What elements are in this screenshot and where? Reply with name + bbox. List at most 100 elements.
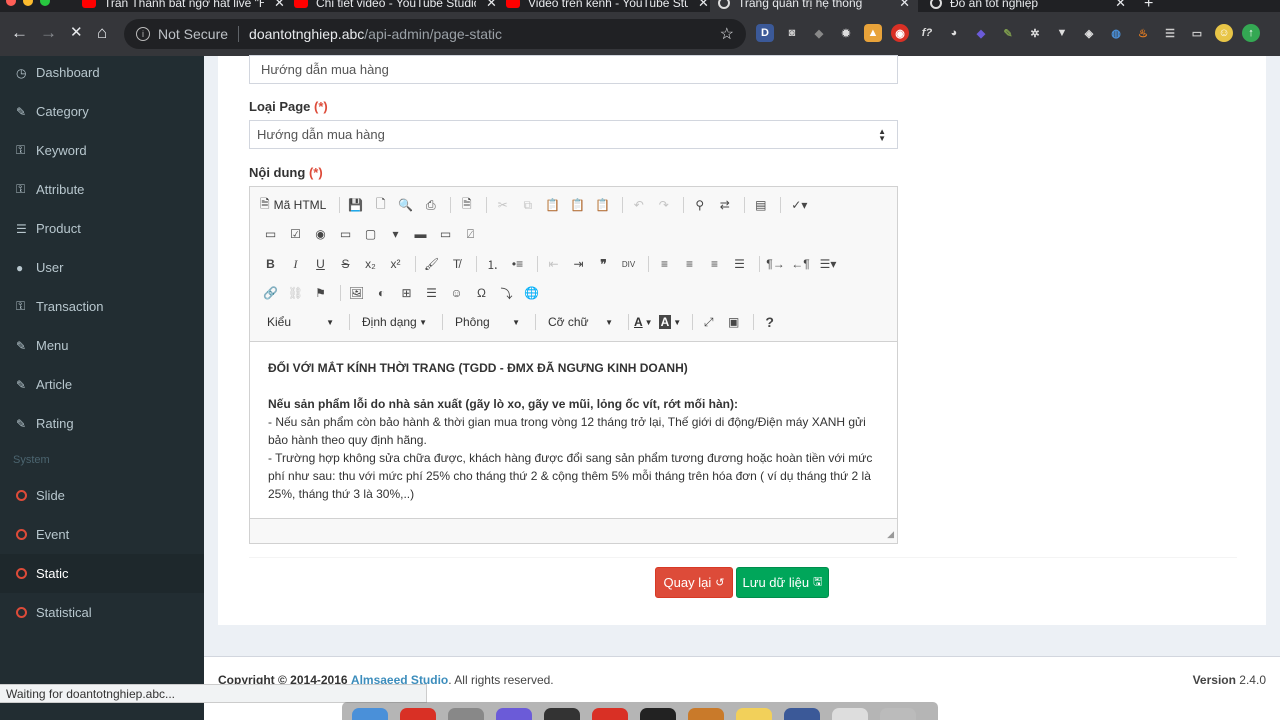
- back-arrow-icon[interactable]: ←: [11, 22, 28, 44]
- sidebar-item-dashboard[interactable]: ◷ Dashboard: [0, 53, 204, 92]
- italic-icon[interactable]: I: [285, 254, 306, 274]
- gear-icon[interactable]: ✹: [837, 24, 855, 42]
- subscript-icon[interactable]: x₂: [360, 254, 381, 274]
- copy-icon[interactable]: ⧉: [517, 195, 538, 215]
- editor-content-area[interactable]: ĐỐI VỚI MẮT KÍNH THỜI TRANG (TGDD - ĐMX …: [250, 341, 897, 519]
- app-icon[interactable]: [832, 708, 868, 720]
- sidebar-item-category[interactable]: ✎ Category: [0, 92, 204, 131]
- sidebar-item-keyword[interactable]: ⚿ Keyword: [0, 131, 204, 170]
- browser-tab[interactable]: Đồ án tốt nghiệp ✕: [930, 0, 1126, 12]
- close-icon[interactable]: ✕: [899, 0, 910, 11]
- button-field-icon[interactable]: ▬: [410, 224, 431, 244]
- terminal-icon[interactable]: [544, 708, 580, 720]
- title-input[interactable]: Hướng dẫn mua hàng: [249, 55, 898, 84]
- undo-icon[interactable]: ↶: [628, 195, 649, 215]
- help-icon[interactable]: ?: [759, 312, 780, 332]
- align-right-icon[interactable]: ≡: [704, 254, 725, 274]
- forward-arrow-icon[interactable]: →: [40, 22, 57, 44]
- checkbox-icon[interactable]: ☑: [285, 224, 306, 244]
- textarea-icon[interactable]: ▢: [360, 224, 381, 244]
- stop-loading-icon[interactable]: ✕: [70, 22, 83, 44]
- new-page-icon[interactable]: 🗋: [370, 195, 391, 215]
- form-icon[interactable]: ▭: [260, 224, 281, 244]
- find-icon[interactable]: ⚲: [689, 195, 710, 215]
- close-icon[interactable]: ✕: [698, 0, 709, 11]
- extension-icon[interactable]: ✎: [999, 24, 1017, 42]
- new-tab-button[interactable]: +: [1144, 0, 1153, 12]
- notes-icon[interactable]: [736, 708, 772, 720]
- outdent-icon[interactable]: ⇤: [543, 254, 564, 274]
- app-icon[interactable]: [688, 708, 724, 720]
- templates-icon[interactable]: 🗎: [456, 195, 477, 215]
- hidden-field-icon[interactable]: ⍁: [460, 224, 481, 244]
- bookmark-star-icon[interactable]: ☆: [720, 24, 734, 44]
- extension-icon[interactable]: ◆: [972, 24, 990, 42]
- align-center-icon[interactable]: ≡: [679, 254, 700, 274]
- paste-word-icon[interactable]: 📋: [592, 195, 613, 215]
- info-icon[interactable]: i: [136, 27, 150, 41]
- app-icon[interactable]: [448, 708, 484, 720]
- sidebar-item-menu[interactable]: ✎ Menu: [0, 326, 204, 365]
- indent-icon[interactable]: ⇥: [568, 254, 589, 274]
- div-icon[interactable]: DIV: [618, 254, 639, 274]
- menu-icon[interactable]: ☰: [1161, 24, 1179, 42]
- browser-tab[interactable]: Trấn Thành bất ngờ hát live "H ✕: [82, 0, 285, 12]
- horizontal-line-icon[interactable]: ☰: [421, 283, 442, 303]
- close-icon[interactable]: ✕: [486, 0, 497, 11]
- extension-icon[interactable]: ▼: [1053, 24, 1071, 42]
- cast-icon[interactable]: ▭: [1188, 24, 1206, 42]
- numbered-list-icon[interactable]: ⒈: [482, 254, 503, 274]
- page-break-icon[interactable]: ⤵: [496, 283, 517, 303]
- home-icon[interactable]: ⌂: [97, 22, 107, 44]
- paste-icon[interactable]: 📋: [542, 195, 563, 215]
- extension-icon[interactable]: ▲: [864, 24, 882, 42]
- strikethrough-icon[interactable]: S: [335, 254, 356, 274]
- extension-icon[interactable]: ◍: [1107, 24, 1125, 42]
- extension-icon[interactable]: ◆: [810, 24, 828, 42]
- close-icon[interactable]: ✕: [1115, 0, 1126, 11]
- format-combo[interactable]: Định dạng ▼: [355, 312, 431, 332]
- extension-icon[interactable]: ◉: [891, 24, 909, 42]
- avatar[interactable]: ☺: [1215, 24, 1233, 42]
- close-icon[interactable]: ✕: [274, 0, 285, 11]
- replace-icon[interactable]: ⇄: [714, 195, 735, 215]
- extension-icon[interactable]: ♨: [1134, 24, 1152, 42]
- browser-tab-active[interactable]: Trang quản trị hệ thống ✕: [710, 0, 918, 12]
- text-color-button[interactable]: A ▼: [634, 315, 653, 329]
- window-controls[interactable]: [6, 0, 50, 6]
- address-bar[interactable]: i Not Secure doantotnghiep.abc/api-admin…: [124, 19, 746, 49]
- radio-icon[interactable]: ◉: [310, 224, 331, 244]
- superscript-icon[interactable]: x²: [385, 254, 406, 274]
- bold-icon[interactable]: B: [260, 254, 281, 274]
- app-icon[interactable]: [496, 708, 532, 720]
- update-icon[interactable]: ↑: [1242, 24, 1260, 42]
- align-left-icon[interactable]: ≡: [654, 254, 675, 274]
- table-icon[interactable]: ⊞: [396, 283, 417, 303]
- app-icon[interactable]: [592, 708, 628, 720]
- copy-format-icon[interactable]: 🖌: [421, 254, 442, 274]
- iframe-globe-icon[interactable]: 🌐: [521, 283, 542, 303]
- camera-icon[interactable]: ◙: [783, 24, 801, 42]
- align-justify-icon[interactable]: ☰: [729, 254, 750, 274]
- page-type-select[interactable]: Hướng dẫn mua hàng ▲ ▼: [249, 120, 898, 149]
- extension-icon[interactable]: ◕: [945, 24, 963, 42]
- image-icon[interactable]: 🖼: [346, 283, 367, 303]
- sidebar-item-transaction[interactable]: ⚿ Transaction: [0, 287, 204, 326]
- underline-icon[interactable]: U: [310, 254, 331, 274]
- select-field-icon[interactable]: ▾: [385, 224, 406, 244]
- browser-tab[interactable]: Video trên kênh - YouTube Stu ✕: [506, 0, 709, 12]
- sidebar-item-statistical[interactable]: Statistical: [0, 593, 204, 632]
- select-all-icon[interactable]: ▤: [750, 195, 771, 215]
- extension-icon[interactable]: ◈: [1080, 24, 1098, 42]
- rtl-icon[interactable]: ←¶: [790, 254, 811, 274]
- save-button[interactable]: Lưu dữ liệu 🖫: [736, 567, 829, 598]
- paste-text-icon[interactable]: 📋: [567, 195, 588, 215]
- sidebar-item-event[interactable]: Event: [0, 515, 204, 554]
- redo-icon[interactable]: ↷: [653, 195, 674, 215]
- sidebar-item-product[interactable]: ☰ Product: [0, 209, 204, 248]
- sidebar-item-rating[interactable]: ✎ Rating: [0, 404, 204, 443]
- sidebar-item-attribute[interactable]: ⚿ Attribute: [0, 170, 204, 209]
- unlink-icon[interactable]: ⛓: [285, 283, 306, 303]
- font-combo[interactable]: Phông ▼: [448, 312, 524, 332]
- anchor-flag-icon[interactable]: ⚑: [310, 283, 331, 303]
